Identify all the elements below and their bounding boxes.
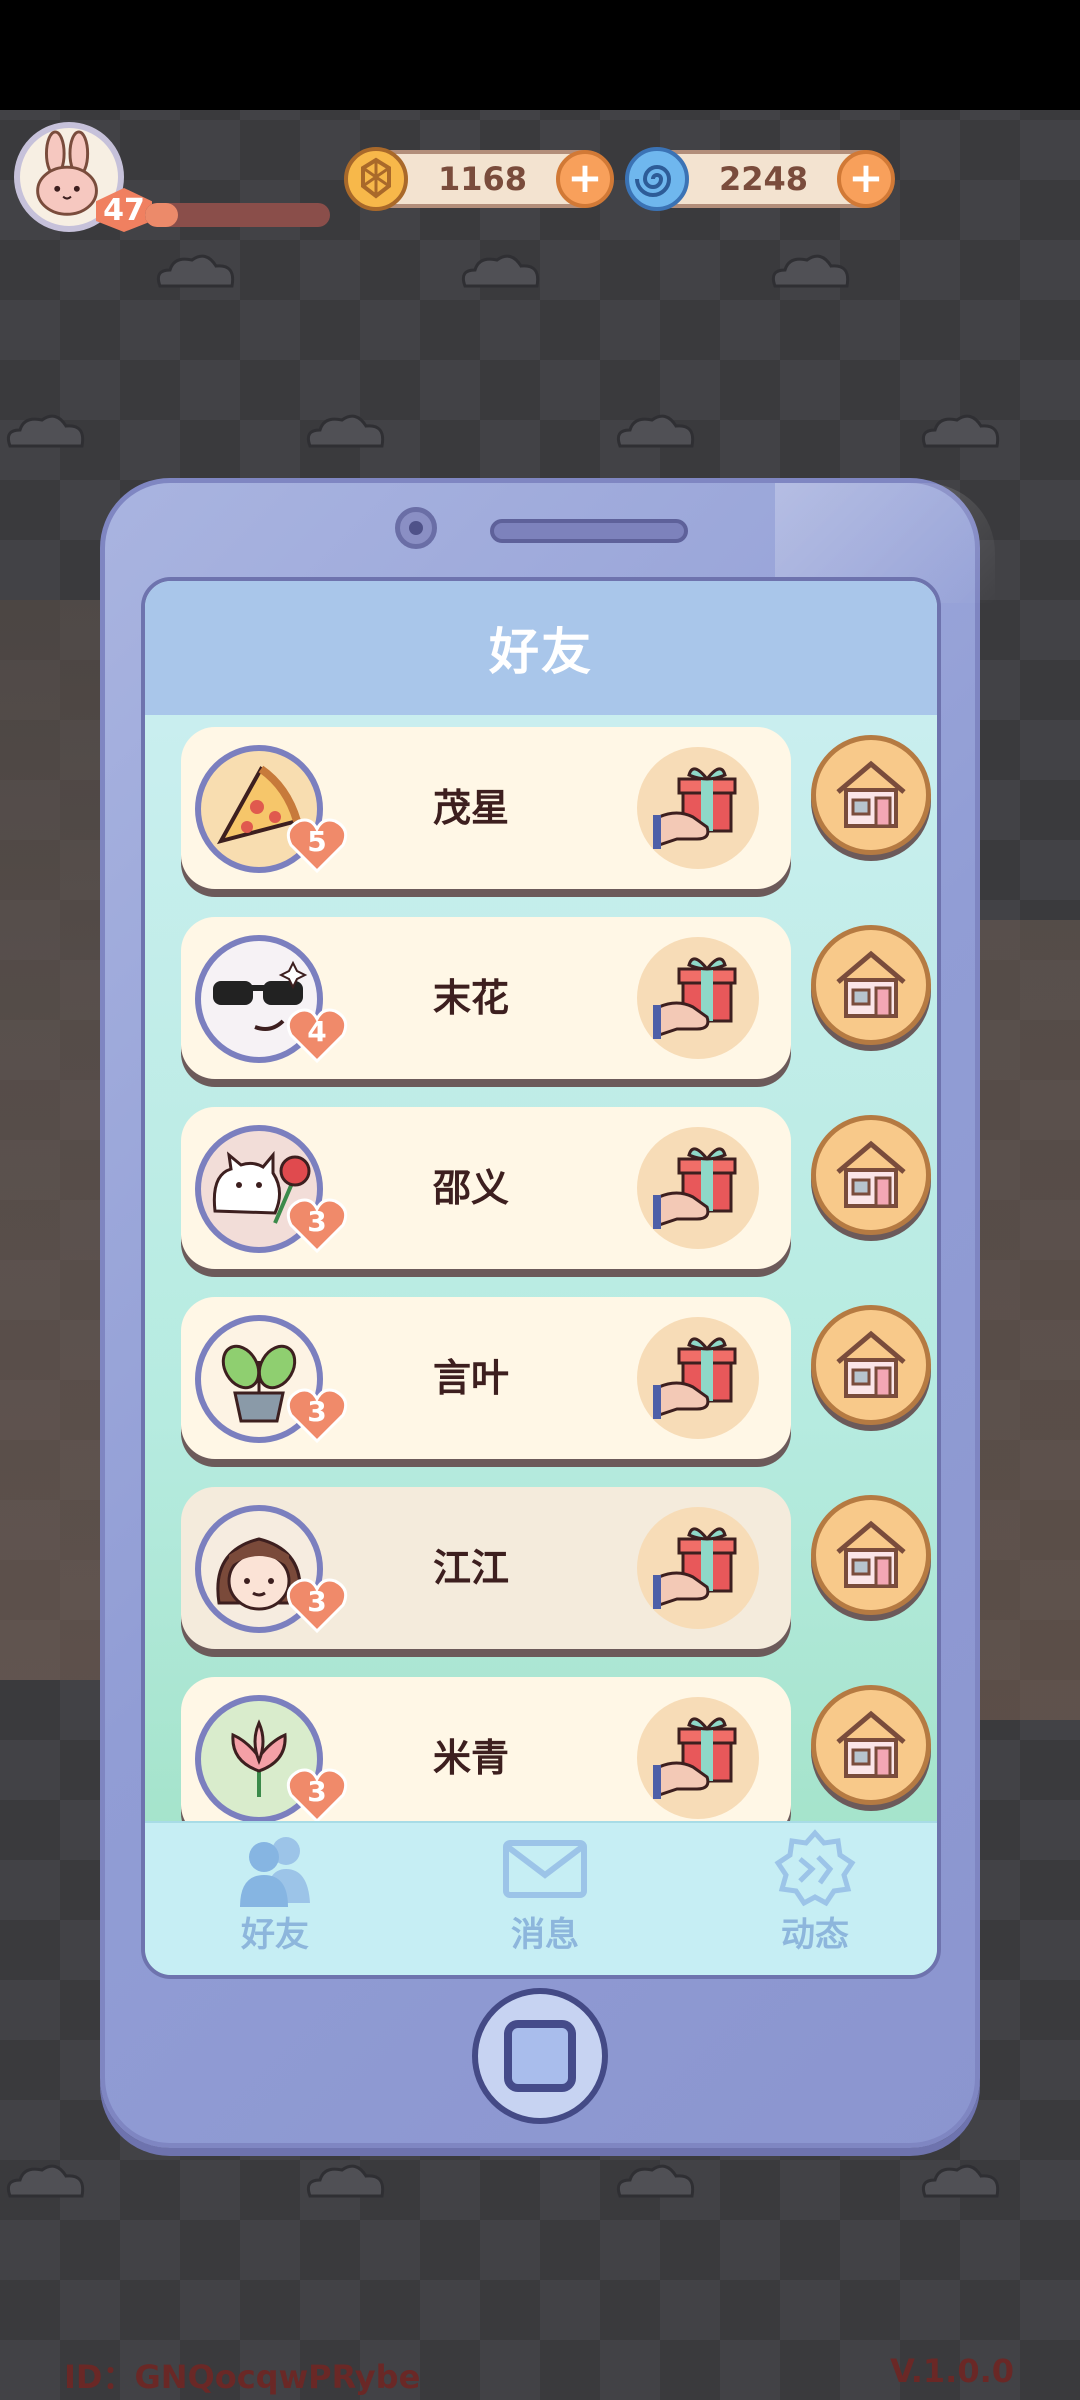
- friend-name: 末花: [432, 976, 509, 1020]
- tab-messages[interactable]: 消息: [455, 1829, 635, 1975]
- gift-icon: [653, 1717, 737, 1799]
- send-gift-button[interactable]: [637, 1697, 759, 1819]
- tab-label: 好友: [241, 1915, 309, 1955]
- cloud-icon: [0, 410, 90, 450]
- cloud-icon: [150, 250, 240, 290]
- mail-icon: [503, 1840, 587, 1898]
- house-icon: [836, 760, 906, 828]
- gem-counter: 2248 +: [625, 147, 895, 211]
- tab-label: 动态: [781, 1915, 849, 1955]
- heart-badge: 3: [285, 1765, 349, 1821]
- friend-name: 邵义: [432, 1166, 509, 1210]
- gift-icon: [653, 1527, 737, 1609]
- friend-name: 言叶: [432, 1356, 509, 1400]
- cloud-icon: [300, 410, 390, 450]
- gift-icon: [653, 1337, 737, 1419]
- visit-home-button[interactable]: [811, 1305, 931, 1425]
- cloud-icon: [765, 250, 855, 290]
- add-coin-button[interactable]: +: [556, 150, 614, 208]
- heart-count: 3: [307, 1395, 327, 1428]
- send-gift-button[interactable]: [637, 937, 759, 1059]
- status-bar: [0, 0, 1080, 110]
- friends-icon: [240, 1837, 310, 1907]
- heart-badge: 5: [285, 815, 349, 875]
- feed-icon: [774, 1829, 856, 1907]
- tab-friends[interactable]: 好友: [185, 1829, 365, 1975]
- visit-home-button[interactable]: [811, 1495, 931, 1615]
- tab-label: 消息: [511, 1915, 579, 1955]
- send-gift-button[interactable]: [637, 1507, 759, 1629]
- visit-home-button[interactable]: [811, 735, 931, 855]
- friend-card[interactable]: 3 邵义: [181, 1107, 791, 1269]
- cloud-icon: [915, 410, 1005, 450]
- gold-coin-counter: 1168 +: [344, 147, 614, 211]
- heart-badge: 3: [285, 1385, 349, 1445]
- friend-card[interactable]: 3 米青: [181, 1677, 791, 1821]
- camera-icon: [395, 507, 437, 549]
- heart-count: 3: [307, 1205, 327, 1238]
- gift-icon: [653, 1147, 737, 1229]
- swirl-icon: [624, 146, 690, 212]
- gift-icon: [653, 957, 737, 1039]
- heart-badge: 4: [285, 1005, 349, 1065]
- phone-home-button[interactable]: [472, 1988, 608, 2124]
- gem-value: 2248: [718, 160, 809, 198]
- heart-badge: 3: [285, 1575, 349, 1635]
- screen-title: 好友: [489, 623, 593, 681]
- heart-count: 3: [307, 1775, 327, 1808]
- visit-home-button[interactable]: [811, 1115, 931, 1235]
- friend-card[interactable]: 5 茂星: [181, 727, 791, 889]
- list-item[interactable]: 5 茂星: [145, 715, 937, 889]
- list-item[interactable]: 3 米青: [145, 1665, 937, 1821]
- house-icon: [836, 1330, 906, 1398]
- send-gift-button[interactable]: [637, 747, 759, 869]
- visit-home-button[interactable]: [811, 1685, 931, 1805]
- friend-name: 米青: [432, 1736, 509, 1780]
- gift-icon: [653, 767, 737, 849]
- xp-bar-fill: [145, 203, 179, 227]
- cloud-icon: [610, 2160, 700, 2200]
- friend-card[interactable]: 3 言叶: [181, 1297, 791, 1459]
- friend-list[interactable]: 5 茂星 4 末花 3 邵义 3 言叶 3 江江 3 米青: [145, 715, 937, 1821]
- add-gem-button[interactable]: +: [837, 150, 895, 208]
- house-icon: [836, 1520, 906, 1588]
- phone-frame: 好友 5 茂星 4 末花 3 邵义 3 言叶 3 江江 3 米青 好友 消息 动…: [100, 478, 995, 2148]
- send-gift-button[interactable]: [637, 1317, 759, 1439]
- list-item[interactable]: 4 末花: [145, 905, 937, 1079]
- friend-card[interactable]: 3 江江: [181, 1487, 791, 1649]
- house-icon: [836, 1710, 906, 1778]
- heart-count: 5: [307, 825, 327, 858]
- visit-home-button[interactable]: [811, 925, 931, 1045]
- phone-screen: 好友 5 茂星 4 末花 3 邵义 3 言叶 3 江江 3 米青 好友 消息 动…: [141, 577, 941, 1979]
- list-item[interactable]: 3 邵义: [145, 1095, 937, 1269]
- heart-count: 4: [307, 1015, 327, 1048]
- cloud-icon: [610, 410, 700, 450]
- send-gift-button[interactable]: [637, 1127, 759, 1249]
- house-icon: [836, 950, 906, 1018]
- heart-badge: 3: [285, 1195, 349, 1255]
- xp-bar: [145, 203, 330, 227]
- tab-bar: 好友 消息 动态: [145, 1821, 937, 1975]
- version-text: V.1.0.0: [890, 2352, 1014, 2390]
- cloud-icon: [915, 2160, 1005, 2200]
- player-id-text: ID：GNQocqwPRybe: [64, 2358, 421, 2396]
- house-icon: [836, 1140, 906, 1208]
- friend-card[interactable]: 4 末花: [181, 917, 791, 1079]
- gold-coin-value: 1168: [437, 160, 528, 198]
- heart-count: 3: [307, 1585, 327, 1618]
- speaker-slot: [490, 519, 688, 543]
- cloud-icon: [455, 250, 545, 290]
- tab-feed[interactable]: 动态: [725, 1829, 905, 1975]
- coin-icon: [343, 146, 409, 212]
- cloud-icon: [0, 2160, 90, 2200]
- friend-name: 茂星: [432, 786, 509, 830]
- friend-name: 江江: [432, 1546, 509, 1590]
- list-item[interactable]: 3 言叶: [145, 1285, 937, 1459]
- list-item[interactable]: 3 江江: [145, 1475, 937, 1649]
- screen-header: 好友: [145, 581, 937, 715]
- cloud-icon: [300, 2160, 390, 2200]
